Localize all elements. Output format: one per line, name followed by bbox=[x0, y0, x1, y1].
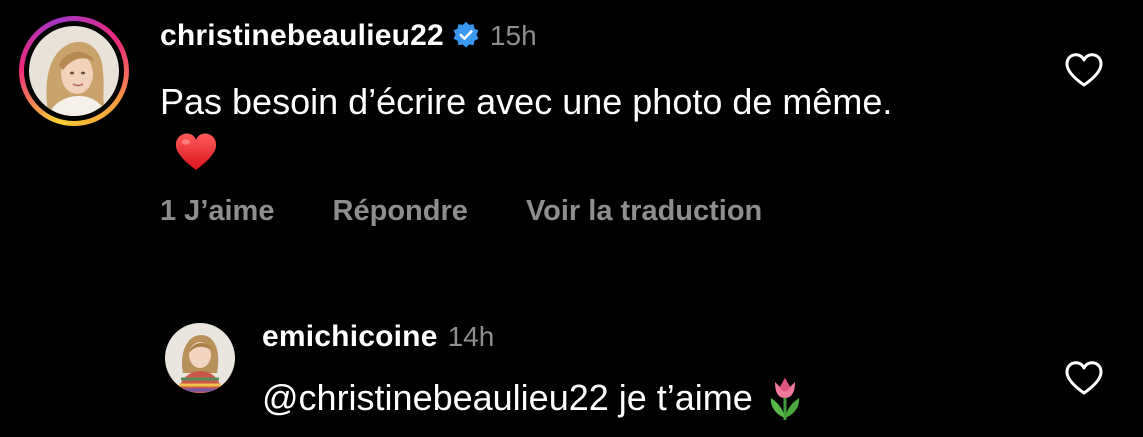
comment-text-body: Pas besoin d’écrire avec une photo de mê… bbox=[160, 81, 893, 122]
reply-button[interactable]: Répondre bbox=[333, 195, 468, 227]
comment-header: christinebeaulieu22 15h bbox=[160, 19, 537, 53]
reply-header: emichicoine 14h bbox=[262, 320, 494, 354]
comment-time: 15h bbox=[489, 20, 537, 51]
verified-badge-icon bbox=[453, 21, 479, 48]
red-heart-emoji bbox=[175, 133, 217, 170]
comment-username[interactable]: christinebeaulieu22 bbox=[160, 19, 444, 52]
reply-username[interactable]: emichicoine bbox=[262, 320, 438, 353]
avatar[interactable] bbox=[29, 26, 119, 116]
reply-text: @christinebeaulieu22 je t’aime bbox=[262, 372, 805, 424]
like-heart-icon[interactable] bbox=[1064, 52, 1104, 88]
likes-count-button[interactable]: 1 J’aime bbox=[160, 195, 274, 227]
comment-text: Pas besoin d’écrire avec une photo de mê… bbox=[160, 76, 940, 180]
comment-actions: 1 J’aime Répondre Voir la traduction bbox=[160, 195, 812, 228]
reply-text-body: @christinebeaulieu22 je t’aime bbox=[262, 377, 753, 418]
translate-button[interactable]: Voir la traduction bbox=[526, 195, 762, 227]
reply-avatar[interactable] bbox=[165, 323, 235, 393]
reply-like-heart-icon[interactable] bbox=[1064, 360, 1104, 396]
tulip-emoji bbox=[770, 378, 799, 420]
reply-time: 14h bbox=[447, 321, 495, 352]
